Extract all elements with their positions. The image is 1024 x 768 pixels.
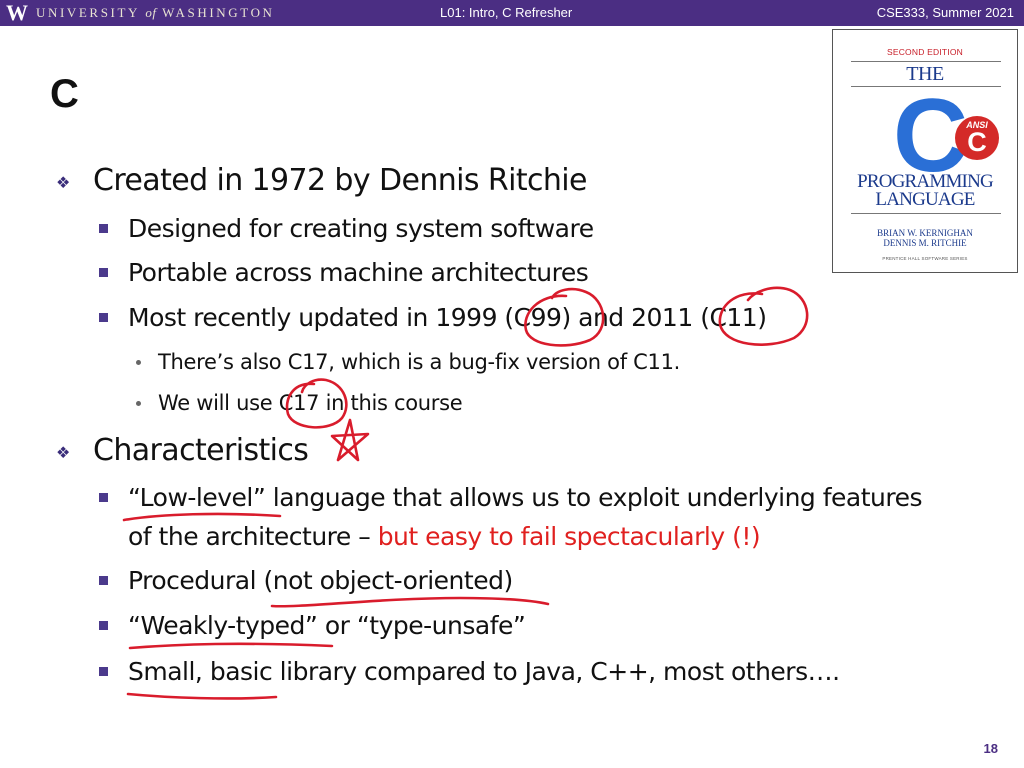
square-bullet-icon bbox=[99, 667, 108, 676]
bullet-c17-fix: There’s also C17, which is a bug-fix ver… bbox=[158, 350, 681, 374]
lecture-title: L01: Intro, C Refresher bbox=[440, 5, 573, 20]
ink-star bbox=[330, 418, 370, 462]
page-number: 18 bbox=[983, 741, 998, 756]
bullet-portable: Portable across machine architectures bbox=[128, 258, 589, 287]
warning-text: but easy to fail spectacularly (!) bbox=[377, 522, 761, 551]
book-title-line2: LANGUAGE bbox=[875, 189, 975, 210]
book-authors: BRIAN W. KERNIGHAN DENNIS M. RITCHIE bbox=[833, 228, 1017, 248]
slide-title: C bbox=[50, 72, 79, 116]
ink-underline-procedural bbox=[270, 596, 550, 608]
square-bullet-icon bbox=[99, 268, 108, 277]
bullet-created: Created in 1972 by Dennis Ritchie bbox=[93, 163, 588, 198]
book-title: PROGRAMMING LANGUAGE bbox=[833, 172, 1017, 210]
square-bullet-icon bbox=[99, 313, 108, 322]
university-of: of bbox=[145, 5, 157, 20]
book-rule bbox=[851, 61, 1001, 62]
university-word: UNIVERSITY bbox=[36, 5, 140, 20]
square-bullet-icon bbox=[99, 621, 108, 630]
dot-bullet-icon bbox=[136, 360, 141, 365]
bullet-designed: Designed for creating system software bbox=[128, 214, 594, 243]
bullet-small-library: Small, basic library compared to Java, C… bbox=[128, 657, 840, 686]
bullet-procedural: Procedural (not object-oriented) bbox=[128, 566, 513, 595]
bullet-c17-use: We will use C17 in this course bbox=[158, 391, 463, 415]
book-publisher: PRENTICE HALL SOFTWARE SERIES bbox=[882, 256, 968, 261]
course-label: CSE333, Summer 2021 bbox=[876, 5, 1014, 20]
lowlevel-text: of the architecture – bbox=[128, 522, 378, 551]
bullet-weakly-typed: “Weakly-typed” or “type-unsafe” bbox=[128, 611, 526, 640]
ink-underline-small bbox=[126, 692, 278, 700]
square-bullet-icon bbox=[99, 493, 108, 502]
diamond-bullet-icon: ❖ bbox=[56, 445, 71, 462]
bullet-lowlevel-line1: “Low-level” language that allows us to e… bbox=[128, 483, 923, 512]
book-cover-image: SECOND EDITION THE C ANSI C PROGRAMMING … bbox=[832, 29, 1018, 273]
uw-logo-icon: W bbox=[6, 0, 28, 25]
university-wordmark: UNIVERSITY of WASHINGTON bbox=[36, 6, 275, 20]
bullet-updated: Most recently updated in 1999 (C99) and … bbox=[128, 303, 767, 332]
ink-underline-weakly bbox=[128, 642, 334, 650]
book-author-2: DENNIS M. RITCHIE bbox=[883, 238, 967, 248]
book-rule bbox=[851, 213, 1001, 214]
diamond-bullet-icon: ❖ bbox=[56, 175, 71, 192]
bullet-lowlevel-line2: of the architecture – but easy to fail s… bbox=[128, 522, 761, 552]
washington-word: WASHINGTON bbox=[162, 5, 275, 20]
ink-underline-lowlevel bbox=[122, 512, 282, 522]
book-author-1: BRIAN W. KERNIGHAN bbox=[877, 228, 973, 238]
ansi-letter: C bbox=[967, 127, 987, 157]
bullet-characteristics: Characteristics bbox=[93, 433, 309, 468]
square-bullet-icon bbox=[99, 224, 108, 233]
header-bar: W UNIVERSITY of WASHINGTON L01: Intro, C… bbox=[0, 0, 1024, 26]
ansi-c-badge: ANSI C bbox=[955, 116, 999, 160]
book-edition: SECOND EDITION bbox=[886, 47, 963, 57]
dot-bullet-icon bbox=[136, 401, 141, 406]
square-bullet-icon bbox=[99, 576, 108, 585]
